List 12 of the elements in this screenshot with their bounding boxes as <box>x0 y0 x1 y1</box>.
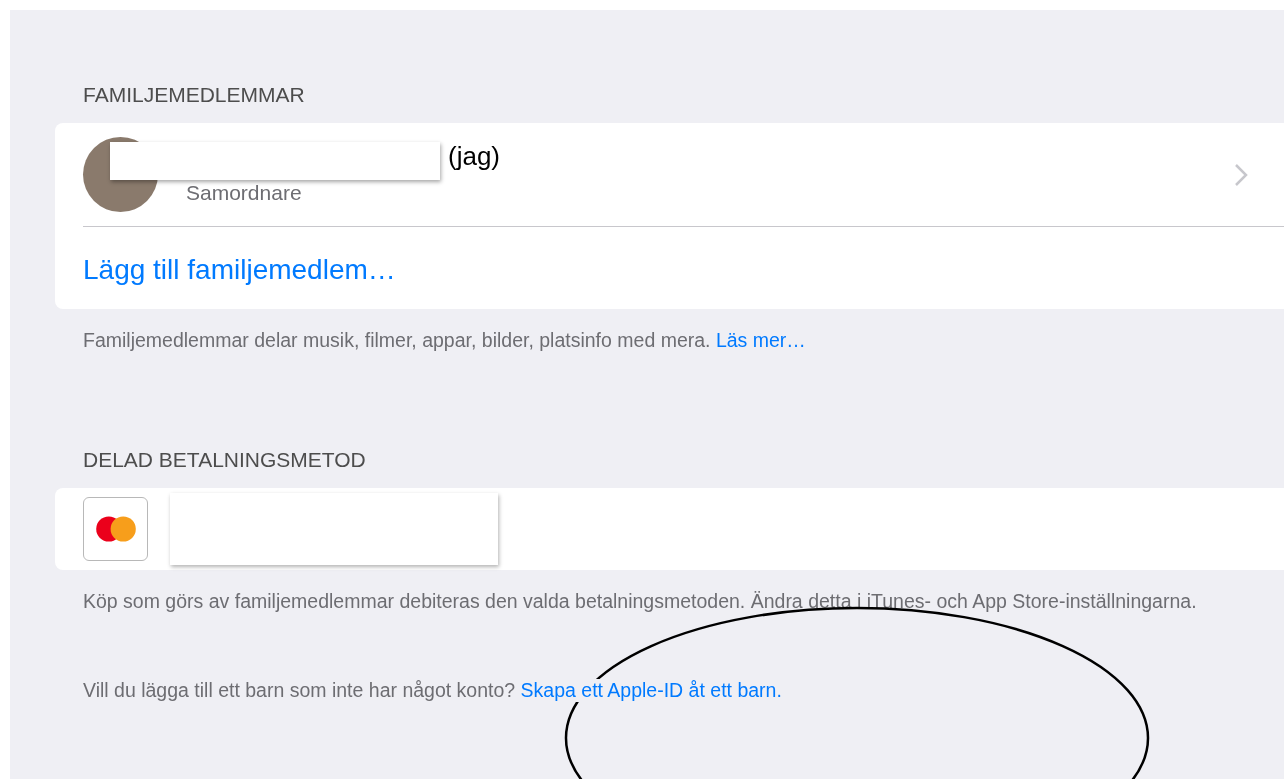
create-child-id-link[interactable]: Skapa ett Apple-ID åt ett barn. <box>520 679 782 701</box>
add-member-link[interactable]: Lägg till familjemedlem… <box>55 227 1284 309</box>
section-header: DELAD BETALNINGSMETOD <box>83 447 367 473</box>
section-footer: Familjemedlemmar delar musik, filmer, appar, bilder, platsinfo med mera. Läs mer… <box>83 325 1254 356</box>
member-name-suffix: (jag) <box>448 141 500 172</box>
section-header: FAMILJEMEDLEMMAR <box>83 82 306 108</box>
chevron-icon <box>1234 162 1248 187</box>
child-account-prompt: Vill du lägga till ett barn som inte har något konto? Skapa ett Apple-ID åt ett barn. <box>83 679 782 702</box>
credit-card-icon <box>83 497 148 561</box>
member-role: Samordnare <box>186 180 303 205</box>
member-row[interactable]: (jag) Samordnare <box>83 123 1284 227</box>
read-more-link[interactable]: Läs mer… <box>715 329 806 351</box>
